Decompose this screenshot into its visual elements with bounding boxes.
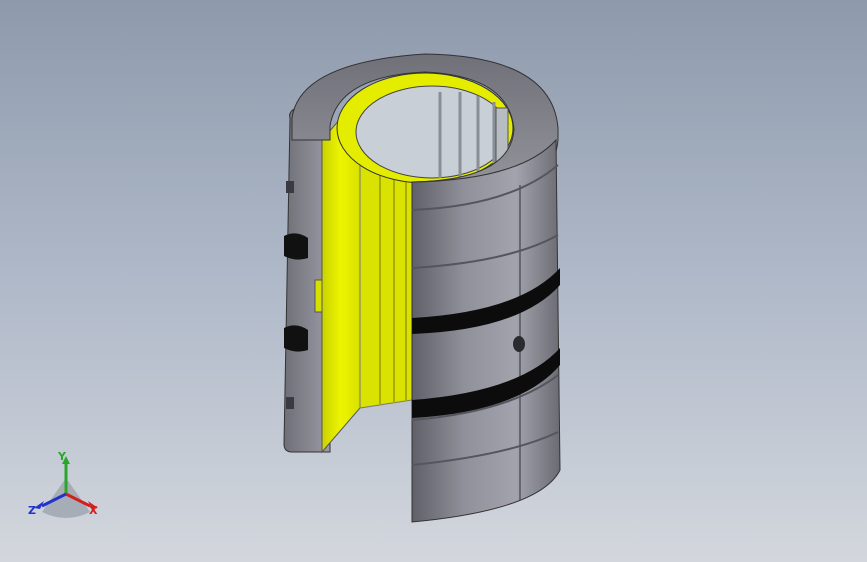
x-axis-label: X	[89, 504, 98, 517]
y-axis-label: Y	[58, 450, 66, 463]
z-axis-label: Z	[28, 504, 36, 517]
graphics-viewport[interactable]: Y X Z	[0, 0, 867, 562]
right-housing-shell	[411, 138, 561, 523]
bearing-model[interactable]	[0, 0, 867, 562]
inner-bore	[336, 72, 514, 184]
coordinate-triad: Y X Z	[22, 448, 112, 528]
